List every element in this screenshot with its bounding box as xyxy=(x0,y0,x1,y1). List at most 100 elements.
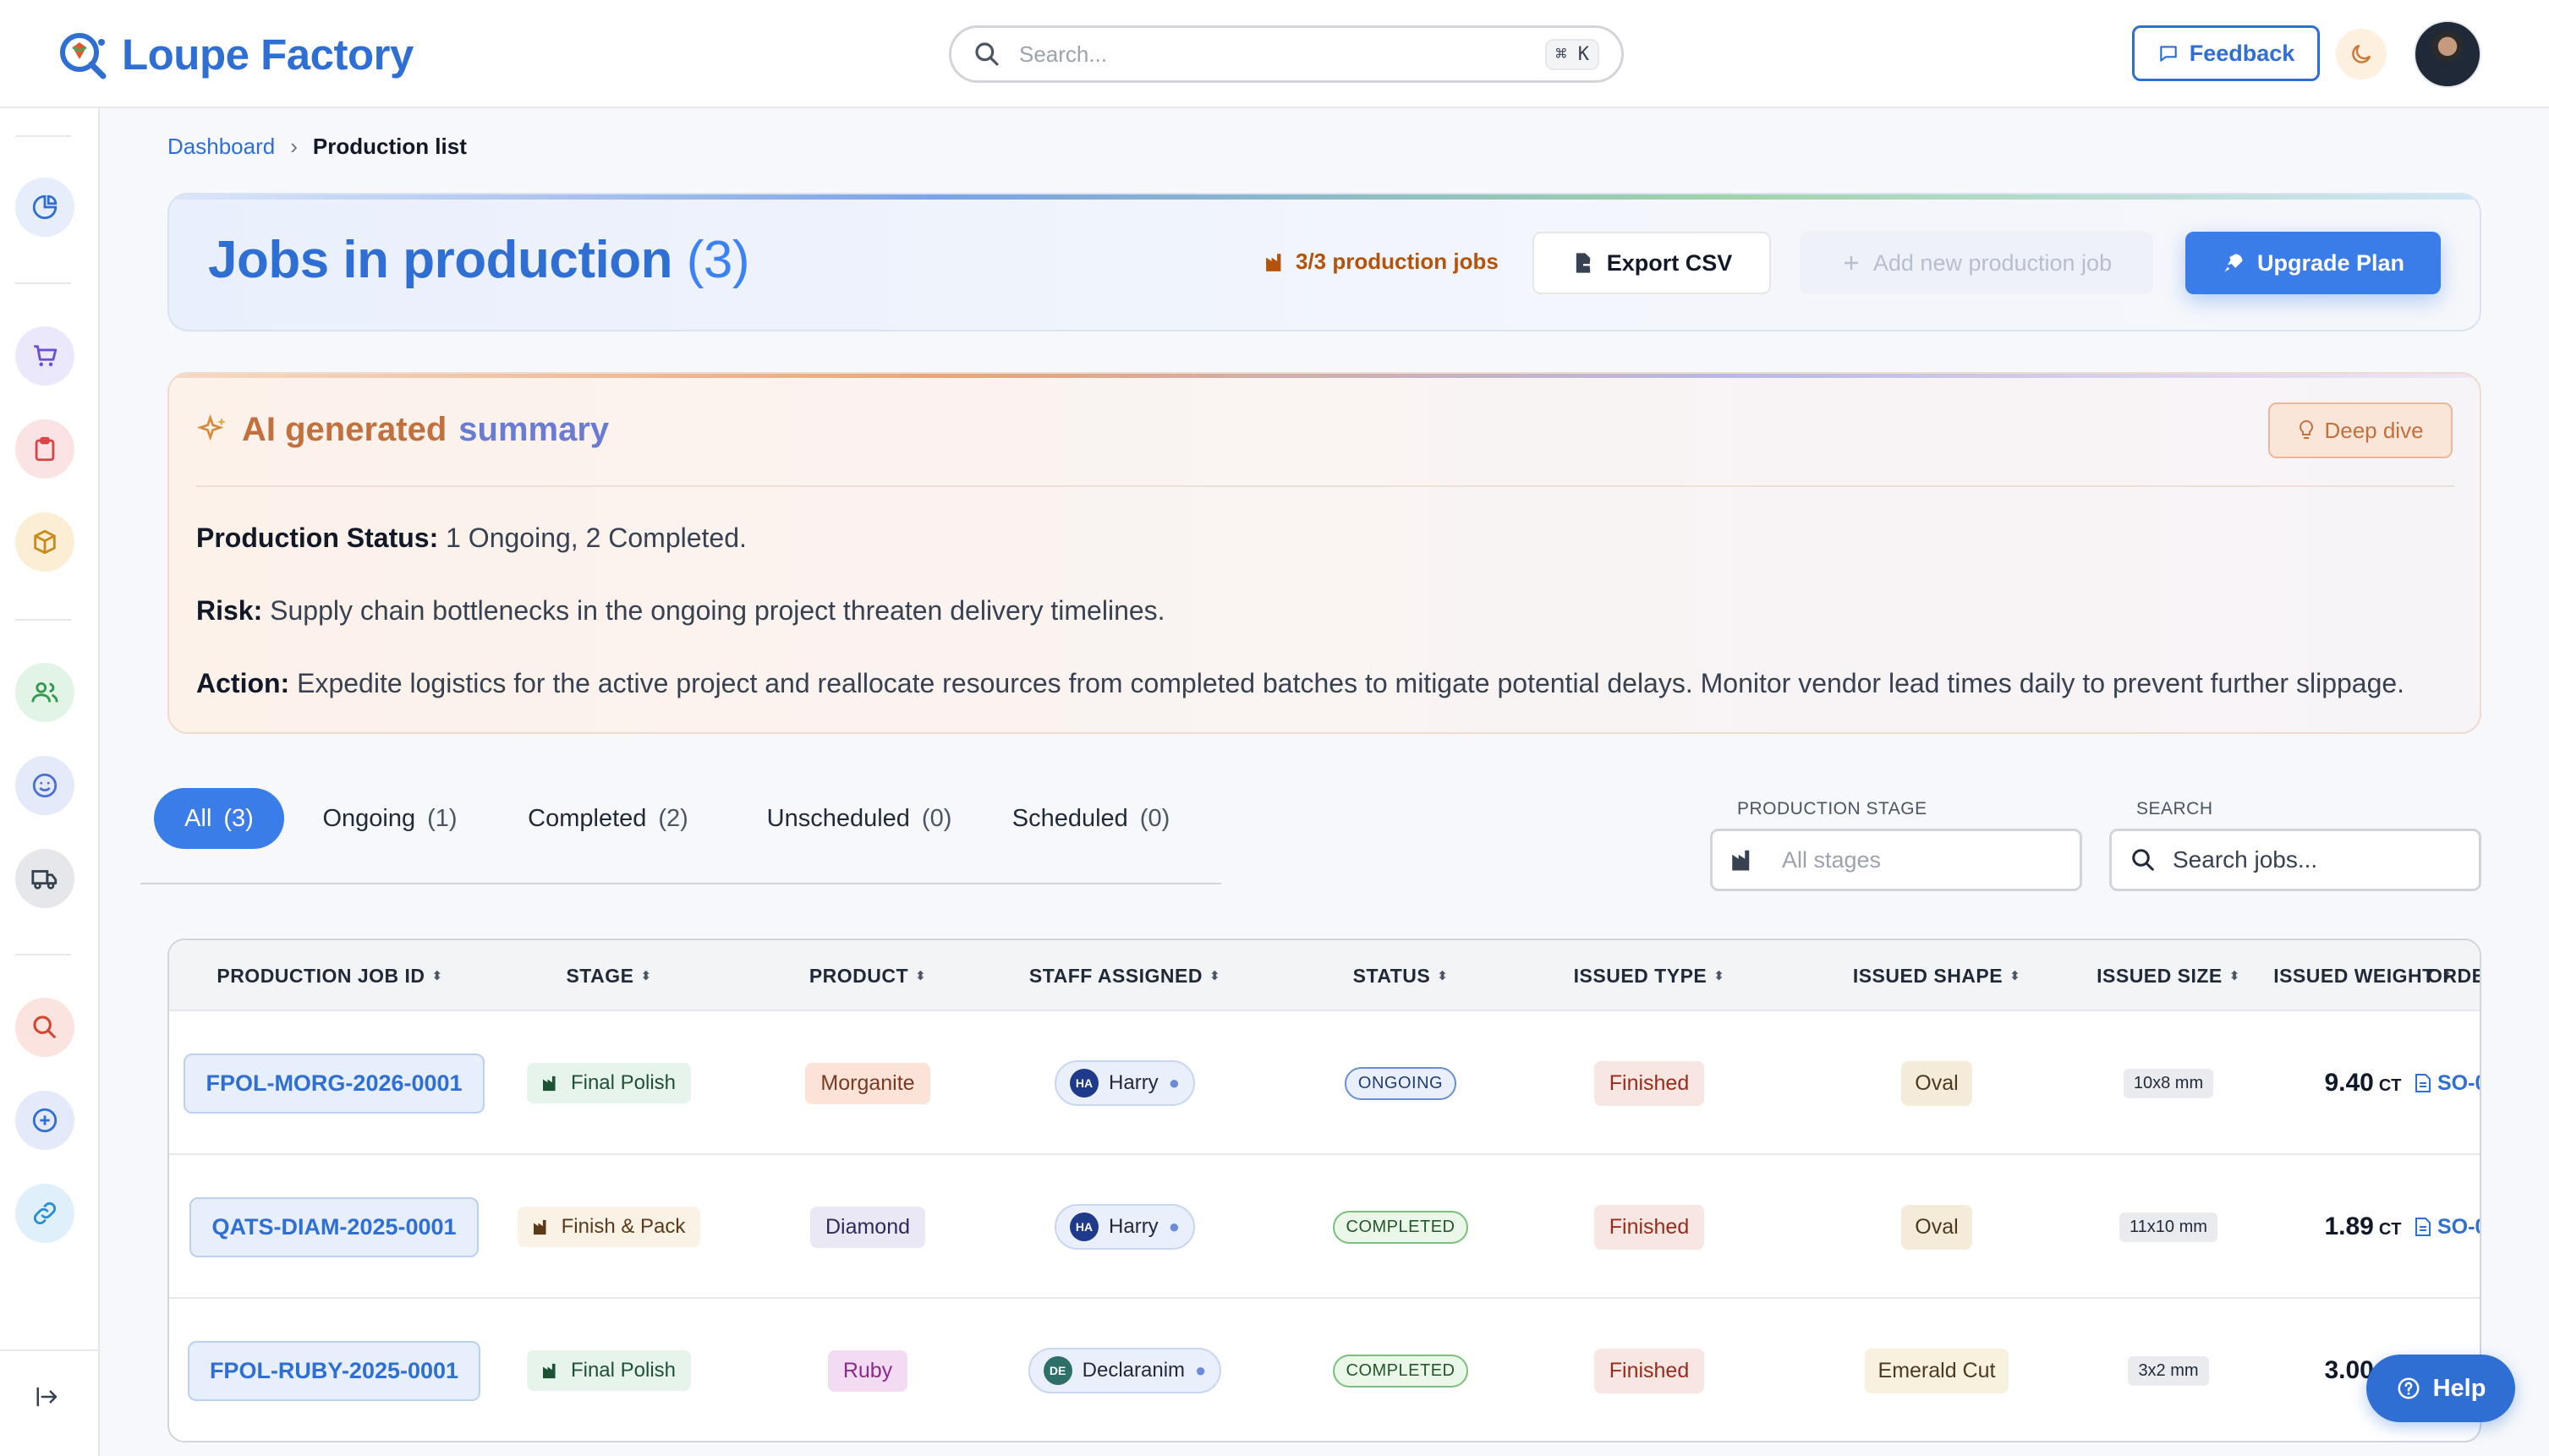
staff-chip[interactable]: DE Declaranim ● xyxy=(1028,1348,1222,1393)
theme-toggle-button[interactable] xyxy=(2336,29,2387,79)
table-row[interactable]: FPOL-MORG-2026-0001 Final Polish Morgani… xyxy=(169,1011,2480,1155)
issued-weight: 9.40 CT xyxy=(2324,1069,2401,1097)
tab-count: (3) xyxy=(223,804,254,832)
tab-count: (1) xyxy=(427,804,458,832)
table-header: PRODUCTION JOB ID ⬍ STAGE ⬍ PRODUCT ⬍ STAFF… xyxy=(169,940,2480,1011)
production-jobs-quota: 3/3 production jobs xyxy=(1265,249,1499,275)
table-row[interactable]: QATS-DIAM-2025-0001 Finish & Pack Diamon… xyxy=(169,1155,2480,1299)
clipboard-icon xyxy=(35,436,55,462)
job-id-link[interactable]: FPOL-RUBY-2025-0001 xyxy=(187,1340,481,1401)
ai-status-line: Production Status: 1 Ongoing, 2 Complete… xyxy=(196,523,747,554)
sidebar-item-add[interactable] xyxy=(15,1091,74,1150)
tab-unscheduled[interactable]: Unscheduled (0) xyxy=(756,788,962,849)
sidebar-divider xyxy=(15,619,71,621)
ai-summary-divider xyxy=(196,485,2454,487)
deep-dive-button[interactable]: Deep dive xyxy=(2268,402,2453,458)
production-jobs-quota-text: 3/3 production jobs xyxy=(1296,249,1499,274)
global-search-input[interactable]: Search... ⌘ K xyxy=(949,25,1624,83)
sidebar-item-inventory[interactable] xyxy=(15,512,74,572)
column-label: ISSUED SHAPE xyxy=(1852,964,2004,987)
weight-unit: CT xyxy=(2378,1220,2402,1239)
column-header-order[interactable]: ORDE xyxy=(2427,940,2480,1011)
column-label: STAGE xyxy=(566,964,634,987)
column-header-issued-type[interactable]: ISSUED TYPE ⬍ xyxy=(1556,940,1742,1011)
sidebar-item-staff[interactable] xyxy=(15,663,74,722)
column-header-product[interactable]: PRODUCT ⬍ xyxy=(783,940,952,1011)
sidebar-item-customers[interactable] xyxy=(15,756,74,815)
upgrade-plan-button[interactable]: Upgrade Plan xyxy=(2185,232,2441,294)
sparkles-icon xyxy=(196,413,226,441)
moon-icon xyxy=(2352,44,2371,63)
production-jobs-table: PRODUCTION JOB ID ⬍ STAGE ⬍ PRODUCT ⬍ STAFF… xyxy=(167,939,2481,1442)
tab-scheduled[interactable]: Scheduled (0) xyxy=(998,788,1184,849)
search-placeholder: Search... xyxy=(1019,41,1108,67)
sidebar-item-search[interactable] xyxy=(15,998,74,1057)
feedback-button[interactable]: Feedback xyxy=(2132,25,2320,81)
table-row[interactable]: FPOL-RUBY-2025-0001 Final Polish Ruby DE… xyxy=(169,1299,2480,1441)
help-circle-icon xyxy=(2398,1377,2420,1399)
column-header-issued-size[interactable]: ISSUED SIZE ⬍ xyxy=(2084,940,2253,1011)
issued-shape-badge: Emerald Cut xyxy=(1864,1348,2009,1393)
order-link[interactable]: SO-0 xyxy=(2415,1070,2480,1096)
add-production-job-button[interactable]: Add new production job xyxy=(1800,232,2153,294)
job-id-link[interactable]: FPOL-MORG-2026-0001 xyxy=(184,1053,485,1114)
order-link[interactable]: SO-0 xyxy=(2415,1215,2480,1240)
app-logo[interactable]: Loupe Factory xyxy=(52,24,414,85)
tab-ongoing[interactable]: Ongoing (1) xyxy=(310,788,470,849)
column-header-stage[interactable]: STAGE ⬍ xyxy=(524,940,693,1011)
sidebar-divider xyxy=(15,135,71,137)
smile-icon xyxy=(32,773,58,798)
breadcrumb-dashboard-link[interactable]: Dashboard xyxy=(167,134,275,160)
tab-all[interactable]: All (3) xyxy=(154,788,284,849)
job-search-input[interactable]: Search jobs... xyxy=(2109,829,2481,891)
sidebar-item-links[interactable] xyxy=(15,1184,74,1243)
lightbulb-icon xyxy=(2300,419,2314,439)
upgrade-plan-label: Upgrade Plan xyxy=(2256,249,2405,276)
job-search-placeholder: Search jobs... xyxy=(2173,846,2318,873)
file-export-icon xyxy=(1576,253,1595,273)
search-icon xyxy=(975,42,999,66)
column-header-job-id[interactable]: PRODUCTION JOB ID ⬍ xyxy=(203,940,457,1011)
help-button[interactable]: Help xyxy=(2366,1355,2515,1422)
sidebar-item-production[interactable] xyxy=(15,419,74,479)
column-header-staff[interactable]: STAFF ASSIGNED ⬍ xyxy=(1015,940,1235,1011)
breadcrumb-current: Production list xyxy=(312,134,467,159)
ai-risk-label: Risk: xyxy=(196,595,263,626)
sidebar-item-dashboard[interactable] xyxy=(15,178,74,237)
sidebar-item-shipping[interactable] xyxy=(15,849,74,908)
page-header-card: Jobs in production (3) 3/3 production jo… xyxy=(167,193,2481,331)
sidebar-divider xyxy=(15,282,71,284)
weight-value: 9.40 xyxy=(2324,1069,2374,1097)
ai-action-line: Action: Expedite logistics for the activ… xyxy=(196,668,2404,699)
person-icon: ● xyxy=(1168,1072,1180,1093)
sidebar-item-orders[interactable] xyxy=(15,326,74,386)
link-icon xyxy=(33,1201,57,1225)
export-csv-button[interactable]: Export CSV xyxy=(1532,232,1771,294)
column-label: ISSUED TYPE xyxy=(1573,964,1708,987)
stage-filter-select[interactable]: All stages xyxy=(1710,829,2082,891)
column-header-issued-shape[interactable]: ISSUED SHAPE ⬍ xyxy=(1835,940,2038,1011)
stage-badge-label: Final Polish xyxy=(570,1071,677,1094)
staff-name: Harry xyxy=(1109,1071,1159,1094)
plus-circle-icon xyxy=(32,1108,58,1133)
tab-completed[interactable]: Completed (2) xyxy=(519,788,697,849)
staff-chip[interactable]: HA Harry ● xyxy=(1055,1060,1195,1106)
job-id-link[interactable]: QATS-DIAM-2025-0001 xyxy=(189,1196,479,1257)
staff-chip[interactable]: HA Harry ● xyxy=(1055,1204,1195,1250)
document-icon xyxy=(2415,1218,2431,1236)
person-icon: ● xyxy=(1195,1360,1207,1381)
sidebar-collapse-button[interactable] xyxy=(30,1380,64,1414)
sort-icon: ⬍ xyxy=(2228,969,2240,983)
issued-type-badge: Finished xyxy=(1593,1060,1705,1106)
ai-summary-title: AI generated summary xyxy=(196,411,609,449)
sort-icon: ⬍ xyxy=(2009,969,2021,983)
plus-icon xyxy=(1844,256,1858,270)
user-avatar[interactable] xyxy=(2414,20,2481,88)
sort-icon: ⬍ xyxy=(1209,969,1221,983)
order-label: SO-0 xyxy=(2437,1070,2480,1095)
cart-icon xyxy=(34,345,58,367)
column-header-status[interactable]: STATUS ⬍ xyxy=(1333,940,1468,1011)
sort-icon: ⬍ xyxy=(915,969,927,983)
top-bar: Loupe Factory Search... ⌘ K Feedback xyxy=(0,0,2549,108)
feedback-label: Feedback xyxy=(2189,40,2295,66)
